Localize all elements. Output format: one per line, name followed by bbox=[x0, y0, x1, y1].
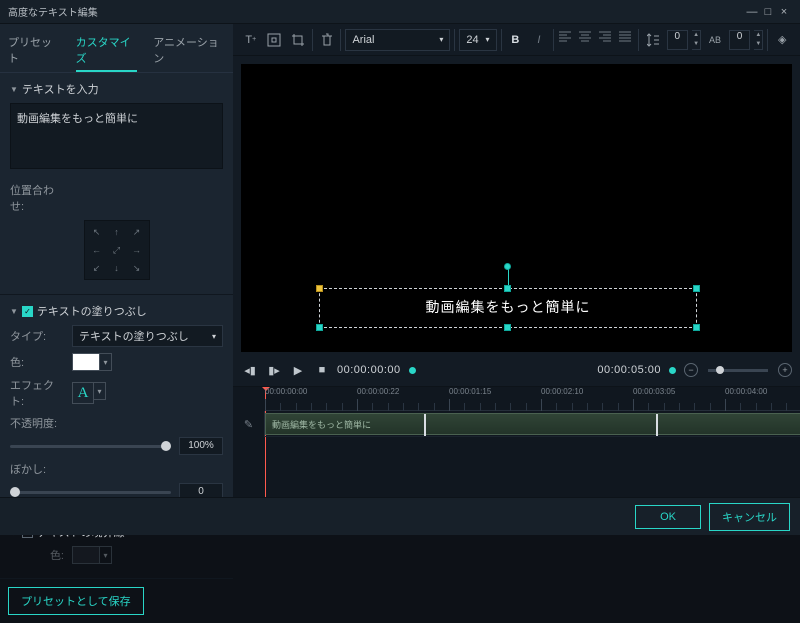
next-frame-button[interactable]: ▮▸ bbox=[265, 361, 283, 379]
ruler-tick: 00:00:01:15 bbox=[449, 387, 491, 396]
track-header-icon[interactable]: ✎ bbox=[233, 411, 265, 437]
save-preset-button[interactable]: プリセットとして保存 bbox=[8, 587, 144, 615]
italic-button[interactable]: I bbox=[529, 29, 549, 51]
ruler-tick: 00:00:04:00 bbox=[725, 387, 767, 396]
opacity-value[interactable]: 100% bbox=[179, 437, 223, 455]
tab-customize[interactable]: カスタマイズ bbox=[76, 30, 138, 72]
align-ml[interactable]: ← bbox=[88, 242, 106, 258]
letter-spacing-icon[interactable]: A͏B bbox=[705, 29, 725, 51]
maximize-button[interactable]: □ bbox=[760, 6, 776, 18]
opacity-label: 不透明度: bbox=[10, 415, 57, 431]
line-spacing-icon[interactable] bbox=[643, 29, 663, 51]
letter-spacing-down[interactable]: ▼ bbox=[754, 40, 762, 49]
timeline[interactable]: 00:00:00:00 00:00:00:22 00:00:01:15 00:00:0… bbox=[233, 386, 800, 497]
fill-header: テキストの塗りつぶし bbox=[37, 303, 147, 319]
bounding-box-icon[interactable] bbox=[265, 29, 285, 51]
text-input-header: テキストを入力 bbox=[22, 81, 99, 97]
prev-frame-button[interactable]: ◂▮ bbox=[241, 361, 259, 379]
stop-button[interactable]: ■ bbox=[313, 361, 331, 379]
ruler-tick: 00:00:00:22 bbox=[357, 387, 399, 396]
fill-color-swatch[interactable] bbox=[72, 353, 100, 371]
ruler-tick: 00:00:02:10 bbox=[541, 387, 583, 396]
end-timecode: 00:00:05:00 bbox=[597, 364, 661, 376]
border-color-dropdown: ▾ bbox=[100, 546, 112, 564]
text-input[interactable] bbox=[10, 103, 223, 169]
letter-spacing-input[interactable]: 0 bbox=[729, 30, 751, 50]
bold-button[interactable]: B bbox=[506, 29, 526, 51]
play-button[interactable]: ▶ bbox=[289, 361, 307, 379]
align-right-icon[interactable] bbox=[598, 31, 614, 49]
clip-label: 動画編集をもっと簡単に bbox=[272, 418, 371, 431]
current-timecode: 00:00:00:00 bbox=[337, 364, 401, 376]
border-color-label: 色: bbox=[10, 547, 64, 563]
zoom-out-button[interactable]: − bbox=[684, 363, 698, 377]
blur-slider[interactable] bbox=[10, 491, 171, 494]
line-spacing-up[interactable]: ▲ bbox=[692, 31, 700, 40]
alignment-label: 位置合わせ: bbox=[10, 182, 64, 214]
settings-icon[interactable]: ◈ bbox=[772, 29, 792, 51]
marker-in-icon[interactable] bbox=[409, 367, 416, 374]
tab-animation[interactable]: アニメーション bbox=[153, 30, 225, 72]
ok-button[interactable]: OK bbox=[635, 505, 701, 529]
font-size-select[interactable]: 24▾ bbox=[459, 29, 496, 51]
align-justify-icon[interactable] bbox=[618, 31, 634, 49]
fill-type-label: タイプ: bbox=[10, 328, 64, 344]
timeline-ruler[interactable]: 00:00:00:00 00:00:00:22 00:00:01:15 00:00:0… bbox=[265, 387, 800, 411]
letter-spacing-up[interactable]: ▲ bbox=[754, 31, 762, 40]
fill-checkbox[interactable]: ✓ bbox=[22, 306, 33, 317]
alignment-grid[interactable]: ↖↑↗ ←⤢→ ↙↓↘ bbox=[84, 220, 150, 280]
align-left-icon[interactable] bbox=[558, 31, 574, 49]
tab-preset[interactable]: プリセット bbox=[8, 30, 60, 72]
fill-color-label: 色: bbox=[10, 354, 64, 370]
preview-canvas[interactable]: 動画編集をもっと簡単に bbox=[241, 64, 792, 352]
collapse-icon[interactable]: ▼ bbox=[10, 307, 18, 316]
border-color-swatch bbox=[72, 546, 100, 564]
preview-text[interactable]: 動画編集をもっと簡単に bbox=[320, 297, 696, 317]
zoom-slider[interactable] bbox=[708, 369, 768, 372]
line-spacing-down[interactable]: ▼ bbox=[692, 40, 700, 49]
align-mr[interactable]: → bbox=[128, 242, 146, 258]
align-br[interactable]: ↘ bbox=[128, 260, 146, 276]
fill-type-select[interactable]: テキストの塗りつぶし▾ bbox=[72, 325, 223, 347]
fill-effect-button[interactable]: A bbox=[72, 382, 94, 404]
line-spacing-input[interactable]: 0 bbox=[667, 30, 689, 50]
delete-icon[interactable] bbox=[317, 29, 337, 51]
window-title: 高度なテキスト編集 bbox=[8, 4, 98, 19]
align-tc[interactable]: ↑ bbox=[108, 224, 126, 240]
collapse-icon[interactable]: ▼ bbox=[10, 85, 18, 94]
cancel-button[interactable]: キャンセル bbox=[709, 503, 790, 531]
add-text-icon[interactable]: T+ bbox=[241, 29, 261, 51]
marker-out-icon[interactable] bbox=[669, 367, 676, 374]
ruler-tick: 00:00:00:00 bbox=[265, 387, 307, 396]
fill-effect-dropdown[interactable]: ▾ bbox=[94, 382, 106, 400]
align-tl[interactable]: ↖ bbox=[88, 224, 106, 240]
blur-label: ぼかし: bbox=[10, 461, 46, 477]
opacity-slider[interactable] bbox=[10, 445, 171, 448]
fill-color-dropdown[interactable]: ▾ bbox=[100, 353, 112, 371]
crop-icon[interactable] bbox=[288, 29, 308, 51]
align-mc[interactable]: ⤢ bbox=[108, 242, 126, 258]
close-button[interactable]: × bbox=[776, 6, 792, 18]
minimize-button[interactable]: — bbox=[744, 6, 760, 18]
ruler-tick: 00:00:03:05 bbox=[633, 387, 675, 396]
text-clip[interactable]: 動画編集をもっと簡単に bbox=[265, 413, 800, 435]
zoom-in-button[interactable]: + bbox=[778, 363, 792, 377]
align-bl[interactable]: ↙ bbox=[88, 260, 106, 276]
text-selection-box[interactable]: 動画編集をもっと簡単に bbox=[319, 288, 697, 328]
fill-effect-label: エフェクト: bbox=[10, 377, 64, 409]
font-family-select[interactable]: Arial▾ bbox=[345, 29, 450, 51]
align-tr[interactable]: ↗ bbox=[128, 224, 146, 240]
align-bc[interactable]: ↓ bbox=[108, 260, 126, 276]
align-center-icon[interactable] bbox=[578, 31, 594, 49]
